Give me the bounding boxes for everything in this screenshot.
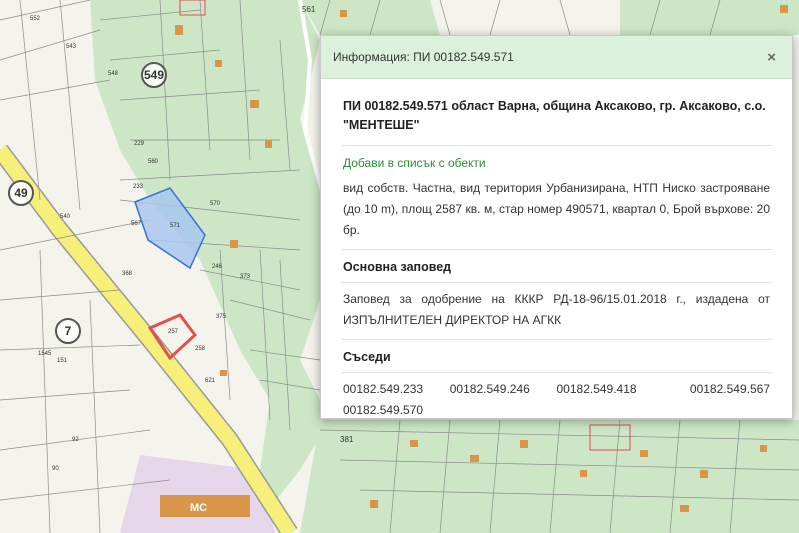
neighbor-item[interactable]: 00182.549.570 — [343, 400, 450, 421]
order-section-title: Основна заповед — [343, 260, 452, 274]
poi-label: МС — [190, 502, 207, 514]
parcel-label: 621 — [205, 378, 216, 384]
close-icon[interactable]: × — [763, 49, 780, 66]
parcel-label: 567 — [131, 221, 142, 227]
parcel-description: вид собств. Частна, вид територия Урбани… — [343, 181, 770, 237]
parcel-label: 151 — [57, 358, 68, 364]
parcel-label: 229 — [134, 141, 145, 147]
panel-body: ПИ 00182.549.571 област Варна, община Ак… — [321, 79, 792, 421]
panel-title: Информация: ПИ 00182.549.571 — [333, 50, 514, 64]
parcel-label: 543 — [66, 44, 77, 50]
parcel-label: 560 — [148, 159, 159, 165]
order-text: Заповед за одобрение на КККР РД-18-96/15… — [343, 292, 770, 327]
parcel-label: 246 — [212, 264, 223, 270]
forest-area — [300, 420, 799, 533]
parcel-label: 90 — [52, 466, 59, 472]
neighbors-section-title: Съседи — [343, 350, 391, 364]
neighbor-item[interactable]: 00182.549.246 — [450, 379, 557, 400]
parcel-label: 92 — [72, 437, 79, 443]
parcel-label: 233 — [133, 184, 144, 190]
forest-area — [90, 0, 330, 533]
divider — [341, 372, 772, 373]
parcel-label: 552 — [30, 16, 41, 22]
parcel-label: 571 — [170, 223, 181, 229]
neighbor-item[interactable]: 00182.549.233 — [343, 379, 450, 400]
parcel-heading: ПИ 00182.549.571 област Варна, община Ак… — [343, 99, 766, 132]
info-panel: Информация: ПИ 00182.549.571 × ПИ 00182.… — [320, 35, 793, 419]
road-number-label: 381 — [340, 435, 354, 444]
road-badge-49: 49 — [8, 180, 34, 206]
road-number-label: 561 — [302, 5, 316, 14]
parcel-label: 257 — [168, 329, 179, 335]
parcel-label: 540 — [60, 214, 71, 220]
neighbor-item[interactable]: 00182.549.567 — [663, 379, 770, 400]
neighbor-item[interactable]: 00182.549.418 — [557, 379, 664, 400]
forest-area — [300, 0, 440, 35]
panel-header: Информация: ПИ 00182.549.571 × — [321, 36, 792, 79]
parcel-label: 570 — [210, 201, 221, 207]
road-badge-7: 7 — [55, 318, 81, 344]
divider — [341, 282, 772, 283]
road-badge-549: 549 — [141, 62, 167, 88]
parcel-label: 375 — [216, 314, 227, 320]
parcel-label: 258 — [195, 346, 206, 352]
parcel-label: 373 — [240, 274, 251, 280]
add-to-list-link[interactable]: Добави в списък с обекти — [343, 156, 486, 170]
neighbors-list: 00182.549.233 00182.549.246 00182.549.41… — [343, 379, 770, 421]
parcel-label: 1545 — [38, 351, 52, 357]
parcel-label: 368 — [122, 271, 133, 277]
parcel-label: 548 — [108, 71, 119, 77]
forest-area — [620, 0, 799, 35]
